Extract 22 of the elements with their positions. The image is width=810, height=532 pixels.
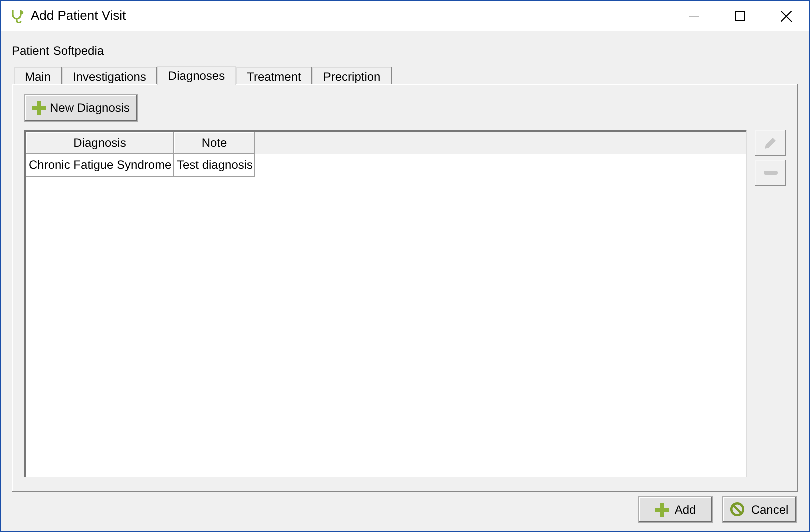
close-icon — [780, 10, 792, 22]
table-cell: Test diagnosis — [174, 154, 255, 177]
tab[interactable]: Treatment — [236, 67, 312, 84]
tab[interactable]: Main — [14, 67, 62, 84]
minus-icon — [764, 171, 778, 175]
table-cell: Chronic Fatigue Syndrome — [26, 154, 174, 177]
patient-label: Patient — [12, 43, 50, 60]
pencil-icon — [764, 136, 777, 150]
column-header[interactable]: Note — [174, 132, 255, 154]
patient-name: Softpedia — [53, 43, 104, 60]
column-header[interactable]: Diagnosis — [26, 132, 174, 154]
prohibited-icon — [730, 502, 746, 517]
stethoscope-icon — [11, 9, 25, 23]
new-diagnosis-button[interactable]: New Diagnosis — [24, 94, 138, 122]
window-title: Add Patient Visit — [31, 7, 126, 26]
cancel-button[interactable]: Cancel — [722, 496, 797, 523]
tab[interactable]: Investigations — [62, 67, 158, 84]
tab[interactable]: Precription — [312, 67, 392, 84]
add-button[interactable]: Add — [638, 496, 713, 523]
plus-icon — [654, 502, 669, 516]
plus-icon — [32, 101, 46, 115]
tab[interactable]: Diagnoses — [157, 66, 236, 85]
